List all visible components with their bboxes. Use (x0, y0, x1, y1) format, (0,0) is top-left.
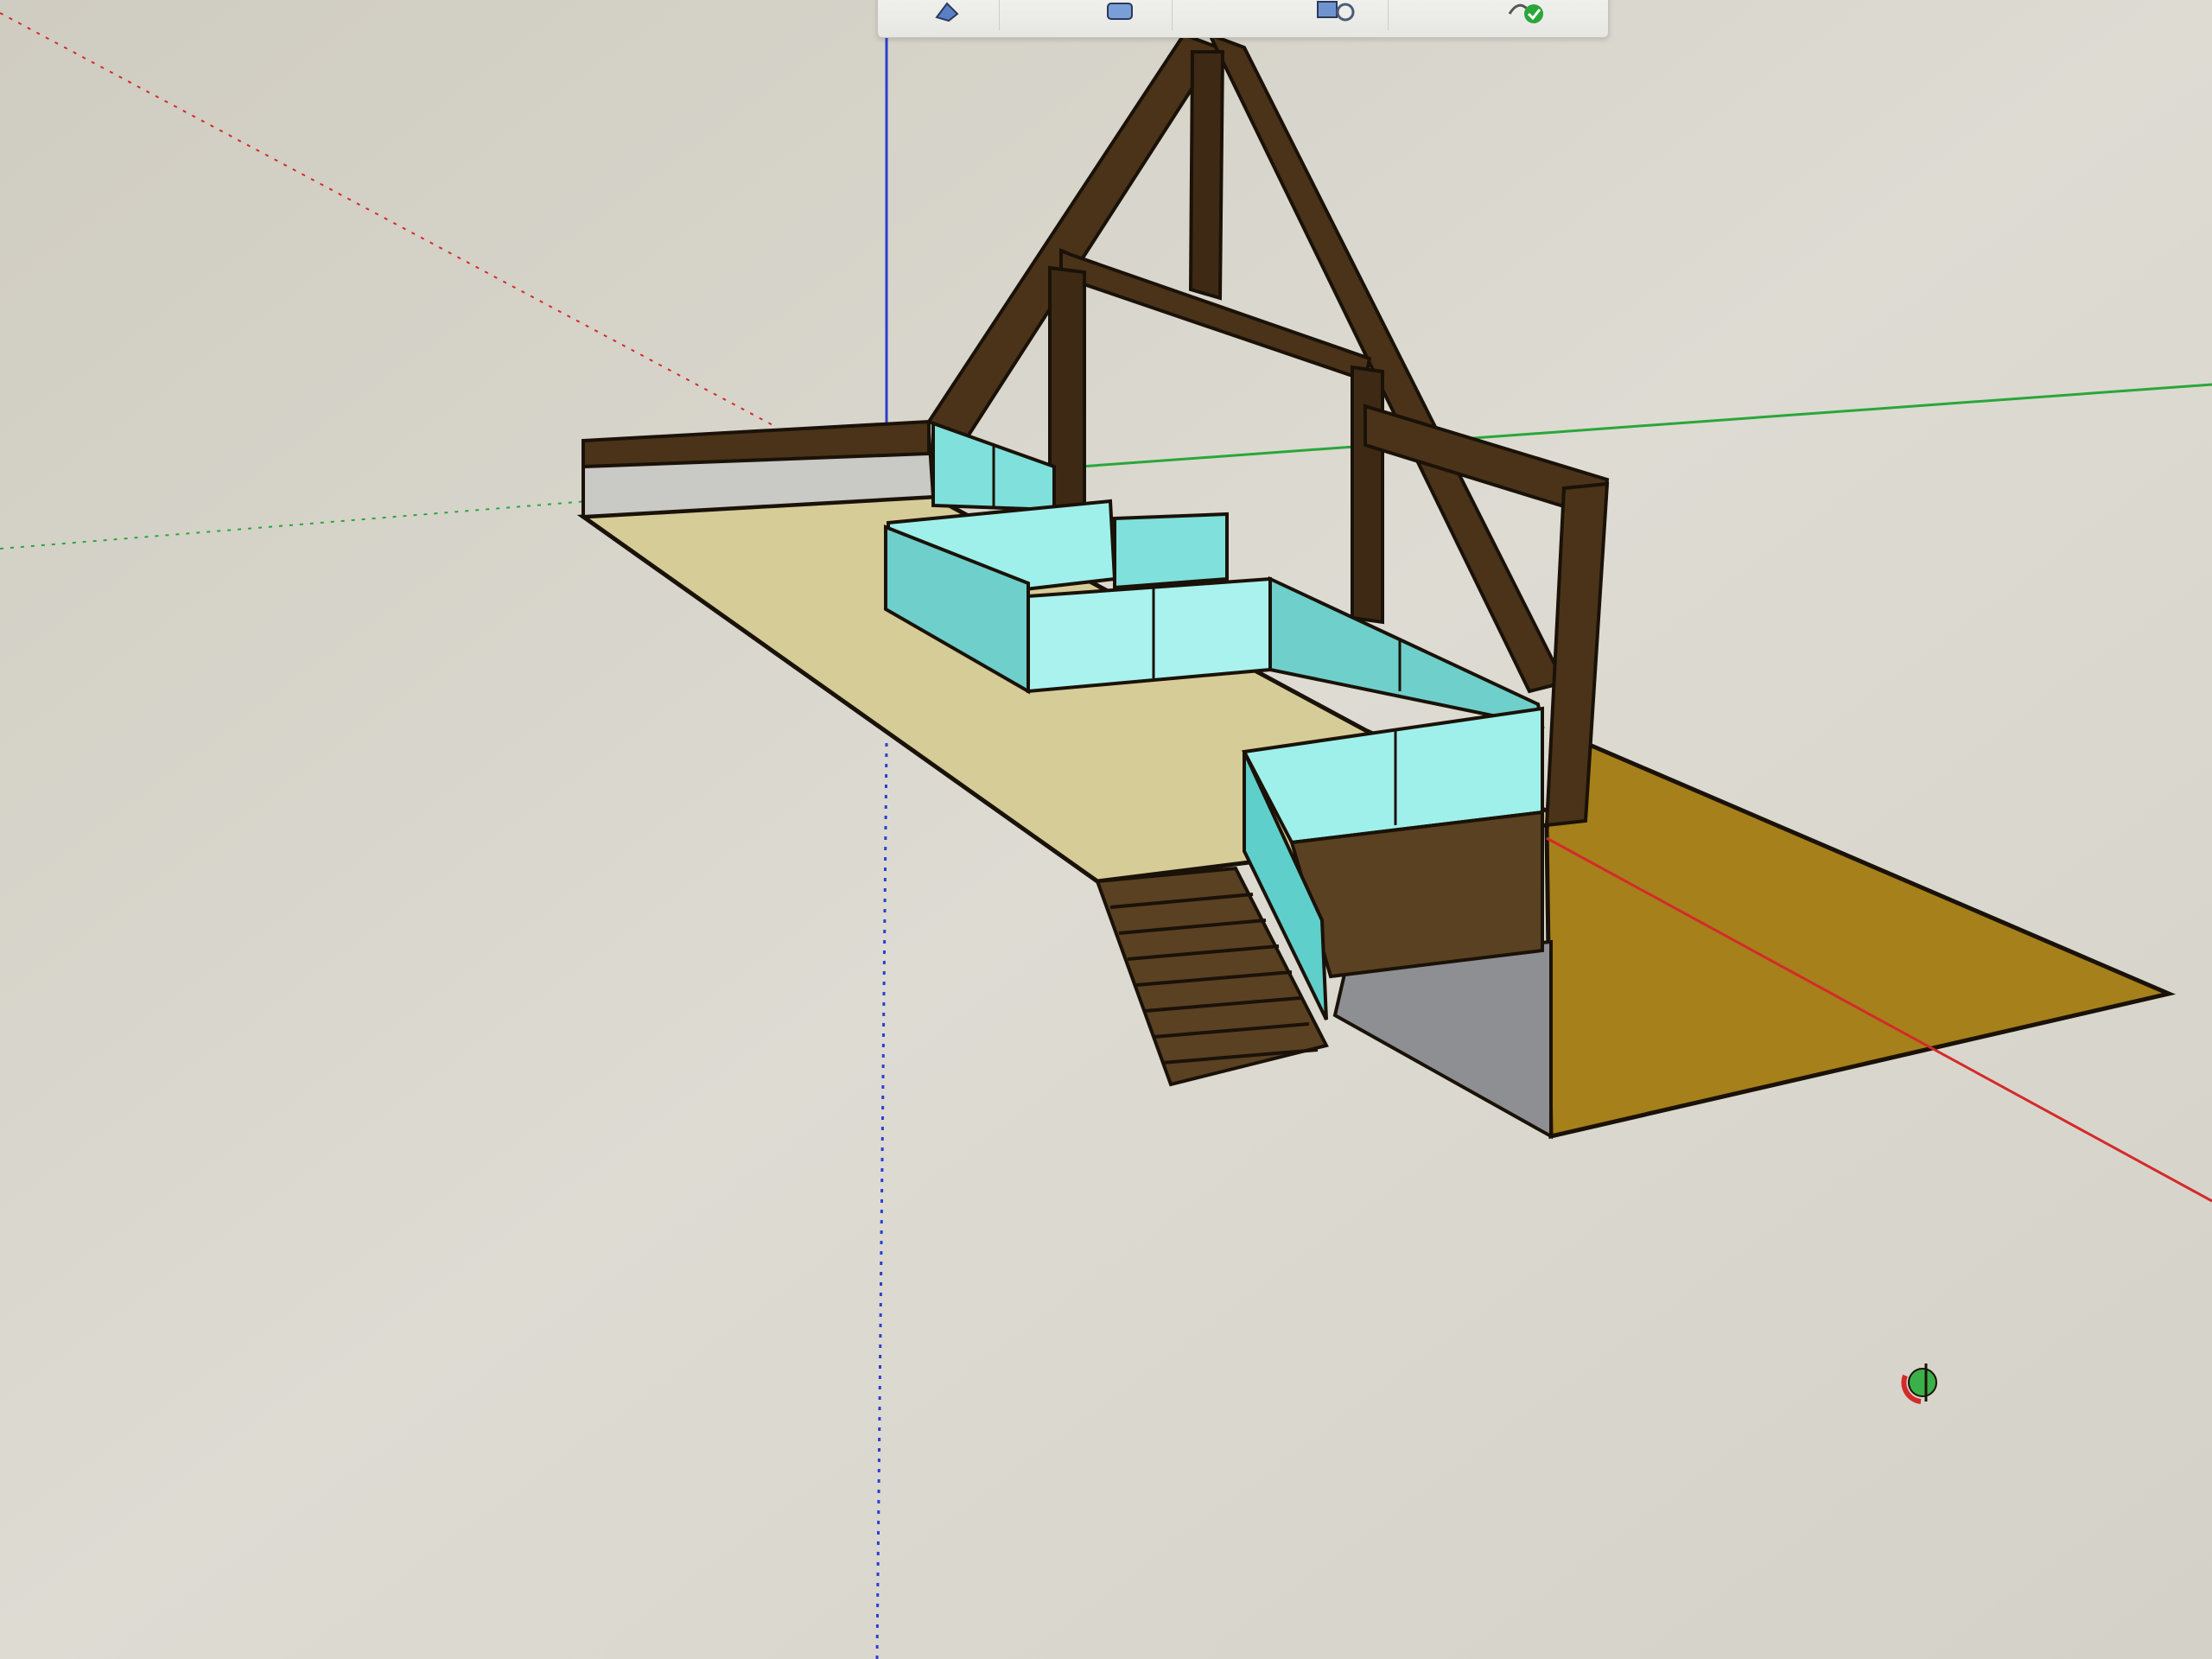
paint-bucket-button[interactable] (895, 0, 1000, 30)
deck-fascia (1289, 810, 1544, 979)
model-viewport[interactable] (0, 0, 2212, 1659)
component-settings-button[interactable] (1284, 0, 1389, 30)
extension-check-button[interactable] (1474, 0, 1578, 30)
tape-measure-icon (1107, 3, 1133, 20)
sketchup-window (0, 0, 2212, 1659)
tape-measure-button[interactable] (1068, 0, 1173, 30)
extension-check-icon (1508, 3, 1543, 23)
component-settings-icon (1317, 1, 1355, 22)
toolbar (877, 0, 1609, 38)
paint-bucket-icon (935, 2, 959, 22)
glass-room-side-small (1113, 512, 1229, 590)
king-post (1188, 50, 1225, 301)
glass-room-front (1027, 576, 1272, 694)
